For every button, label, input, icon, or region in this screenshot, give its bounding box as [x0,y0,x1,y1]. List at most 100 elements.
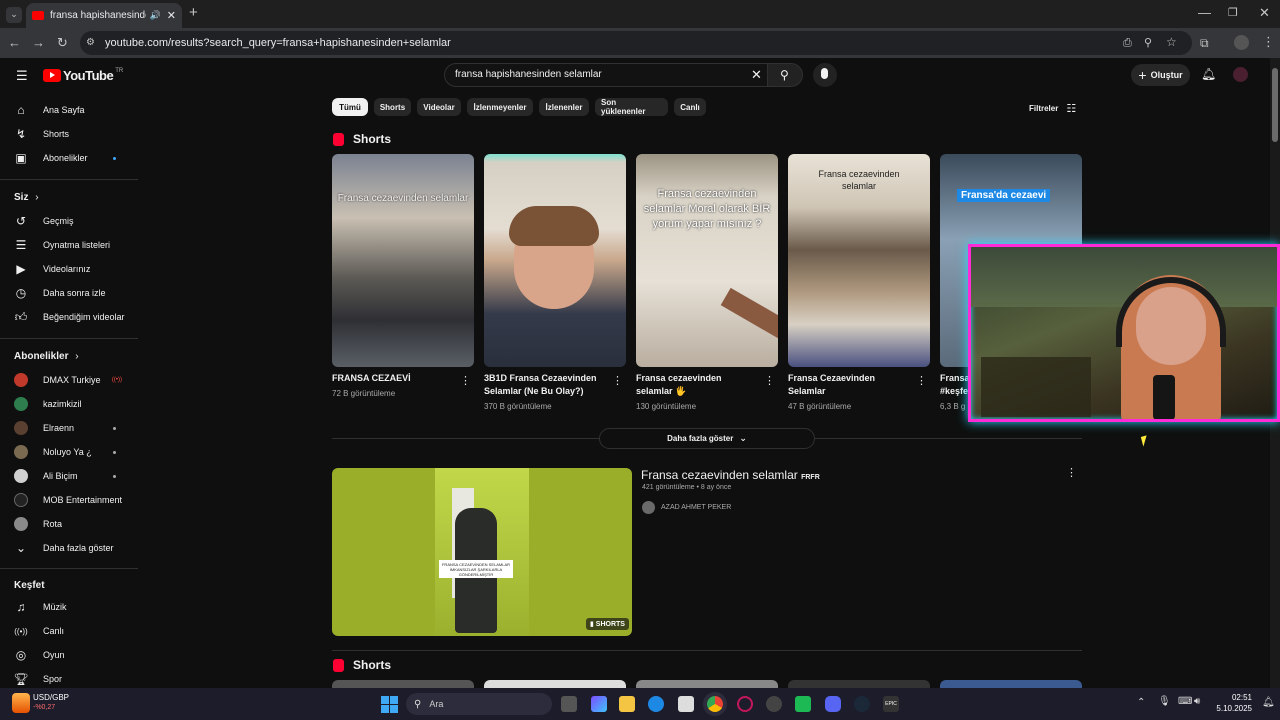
clear-search-icon[interactable]: ✕ [751,67,762,83]
short-card[interactable]: 3B1D Fransa Cezaevinden Selamlar (Ne Bu … [484,154,626,411]
zoom-icon[interactable]: ⚲ [1144,36,1152,50]
scrollbar-thumb[interactable] [1272,68,1278,142]
sidebar-sub-item[interactable]: Rota [14,513,134,535]
back-icon[interactable]: ← [8,36,21,50]
opera-icon[interactable] [737,696,753,712]
short-card[interactable]: Fransa cezaevinden selamlar Fransa Cezae… [788,154,930,411]
tab-search-icon[interactable]: ⌄ [6,7,22,23]
audio-icon[interactable]: 🔊 [150,10,161,21]
short-title[interactable]: Fransa Cezaevinden Selamlar [788,372,906,398]
minimize-icon[interactable]: — [1198,6,1211,20]
more-options-icon[interactable]: ⋮ [916,374,927,387]
short-thumbnail[interactable]: Fransa cezaevinden selamlar [332,154,474,367]
sidebar-sub-item[interactable]: DMAX Turkiye ((•)) [14,369,134,391]
address-bar[interactable]: ⚙ youtube.com/results?search_query=frans… [80,31,1192,55]
short-title[interactable]: 3B1D Fransa Cezaevinden Selamlar (Ne Bu … [484,372,602,398]
windows-start-icon[interactable] [381,696,398,713]
voice-search-button[interactable] [813,63,837,87]
sidebar-sub-item[interactable]: Noluyo Ya ¿ [14,441,134,463]
steam-icon[interactable] [854,696,870,712]
chevron-up-icon[interactable]: ⌃ [1137,697,1145,708]
sidebar-item-subscriptions[interactable]: ▣ Abonelikler [14,147,134,169]
short-title[interactable]: Fransa cezaevinden selamlar 🖐 [636,372,754,398]
short-thumbnail[interactable]: Fransa cezaevinden selamlar Moral olarak… [636,154,778,367]
chip-recent[interactable]: Son yüklenenler [595,98,668,116]
search-input[interactable]: fransa hapishanesinden selamlar ✕ [444,63,768,87]
clock-time[interactable]: 02:51 [1218,693,1252,702]
show-more-button[interactable]: Daha fazla göster ⌄ [599,428,815,449]
sidebar-item-watch-later[interactable]: ◷ Daha sonra izle [14,282,134,304]
close-window-icon[interactable]: ✕ [1259,6,1270,20]
subscriptions-section-header[interactable]: Abonelikler › [14,351,79,362]
sidebar-sub-item[interactable]: Elraenn [14,417,134,439]
short-thumbnail[interactable] [484,680,626,688]
install-app-icon[interactable]: ⎙ [1123,36,1132,50]
extensions-icon[interactable]: ⧉ [1200,36,1209,50]
task-view-icon[interactable] [561,696,577,712]
microphone-icon[interactable]: 🎙︎ [1158,696,1171,707]
more-options-icon[interactable]: ⋮ [460,374,471,387]
chip-shorts[interactable]: Shorts [374,98,411,116]
video-thumbnail[interactable]: FRANSA CEZAEVİNDEN SELAMLAR İMKANSIZLAR … [332,468,632,636]
chip-live[interactable]: Canlı [674,98,706,116]
search-button[interactable]: ⚲ [767,63,803,87]
chip-videos[interactable]: Videolar [417,98,461,116]
sidebar-sub-item[interactable]: MOB Entertainment [14,489,134,511]
reload-icon[interactable]: ↻ [57,36,68,50]
menu-kebab-icon[interactable]: ⋮ [1262,35,1275,49]
new-tab-icon[interactable]: + [189,5,198,20]
filters-button[interactable]: Filtreler ☷ [1029,102,1076,115]
chip-watched[interactable]: İzlenenler [539,98,589,116]
discord-icon[interactable] [825,696,841,712]
sidebar-item-gaming[interactable]: ◎ Oyun [14,644,134,666]
browser-tab[interactable]: fransa hapishanesinden selamlar 🔊 ✕ [26,3,182,28]
app-icon[interactable] [766,696,782,712]
notifications-icon[interactable]: 🔔︎ [1262,697,1275,708]
you-section-header[interactable]: Siz › [14,192,39,203]
store-icon[interactable] [678,696,694,712]
short-thumbnail[interactable]: Fransa cezaevinden selamlar [788,154,930,367]
create-button[interactable]: + Oluştur [1131,64,1190,86]
short-thumbnail[interactable] [788,680,930,688]
weather-widget-icon[interactable] [12,693,30,713]
sidebar-item-shorts[interactable]: ↯ Shorts [14,123,134,145]
file-explorer-icon[interactable] [619,696,635,712]
video-title[interactable]: Fransa cezaevinden selamlar FRFR [641,468,820,482]
sidebar-item-your-videos[interactable]: ▶ Videolarınız [14,258,134,280]
sidebar-item-liked-videos[interactable]: 👍︎ Beğendiğim videolar [14,306,134,328]
account-avatar[interactable] [1233,67,1248,82]
network-icon[interactable]: ⌨ [1178,696,1192,707]
close-tab-icon[interactable]: ✕ [167,9,176,22]
taskbar-search-box[interactable]: ⚲ Ara [406,693,552,715]
restore-icon[interactable]: ❐ [1228,6,1238,20]
sidebar-item-home[interactable]: ⌂ Ana Sayfa [14,99,134,121]
edge-icon[interactable] [648,696,664,712]
short-thumbnail[interactable] [332,680,474,688]
sidebar-sub-item[interactable]: kazimkizil [14,393,134,415]
clock-date[interactable]: 5.10.2025 [1211,704,1252,713]
volume-icon[interactable]: 🔊︎ [1194,696,1200,707]
site-info-icon[interactable]: ⚙ [86,36,95,50]
profile-avatar[interactable] [1234,35,1249,50]
copilot-icon[interactable] [591,696,607,712]
short-thumbnail[interactable] [636,680,778,688]
more-options-icon[interactable]: ⋮ [612,374,623,387]
chrome-icon[interactable] [707,696,723,712]
short-title[interactable]: FRANSA CEZAEVİ [332,372,450,385]
sidebar-item-playlists[interactable]: ☰ Oynatma listeleri [14,234,134,256]
more-options-icon[interactable]: ⋮ [764,374,775,387]
notifications-bell-icon[interactable]: 🔔︎ [1201,67,1216,81]
more-options-icon[interactable]: ⋮ [1066,466,1077,479]
sidebar-item-sports[interactable]: 🏆︎ Spor [13,668,134,688]
short-thumbnail[interactable] [484,154,626,367]
epic-games-icon[interactable]: EPIC [883,696,899,712]
forward-icon[interactable]: → [32,36,45,50]
short-thumbnail[interactable] [940,680,1082,688]
app-icon[interactable] [795,696,811,712]
sidebar-sub-item[interactable]: Ali Biçim [14,465,134,487]
short-card[interactable]: Fransa cezaevinden selamlar Moral olarak… [636,154,778,411]
video-channel[interactable]: AZAD AHMET PEKER [642,501,731,514]
sidebar-show-more[interactable]: ⌄ Daha fazla göster [14,537,134,559]
sidebar-item-history[interactable]: ↺ Geçmiş [14,210,134,232]
sidebar-item-live[interactable]: ((•)) Canlı [14,620,134,642]
